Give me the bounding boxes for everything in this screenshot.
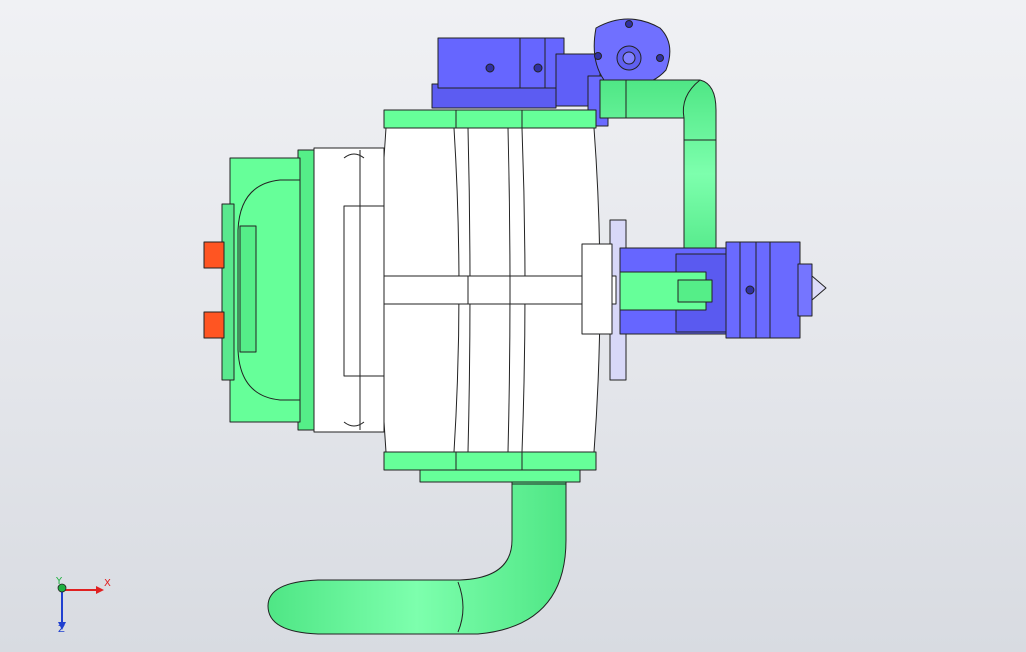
bottom-elbow-pipe xyxy=(267,469,567,635)
axis-y-label: Y xyxy=(55,576,63,587)
cad-model-drawing: X Y Z xyxy=(55,18,827,635)
axis-z-label: Z xyxy=(58,624,65,635)
axis-x-label: X xyxy=(104,578,111,589)
coordinate-triad: X Y Z xyxy=(55,576,111,635)
cad-viewport[interactable]: X Y Z xyxy=(0,0,1026,652)
left-control-box xyxy=(203,149,315,431)
right-motor-assembly xyxy=(609,219,827,381)
left-cover-plate xyxy=(313,147,385,433)
